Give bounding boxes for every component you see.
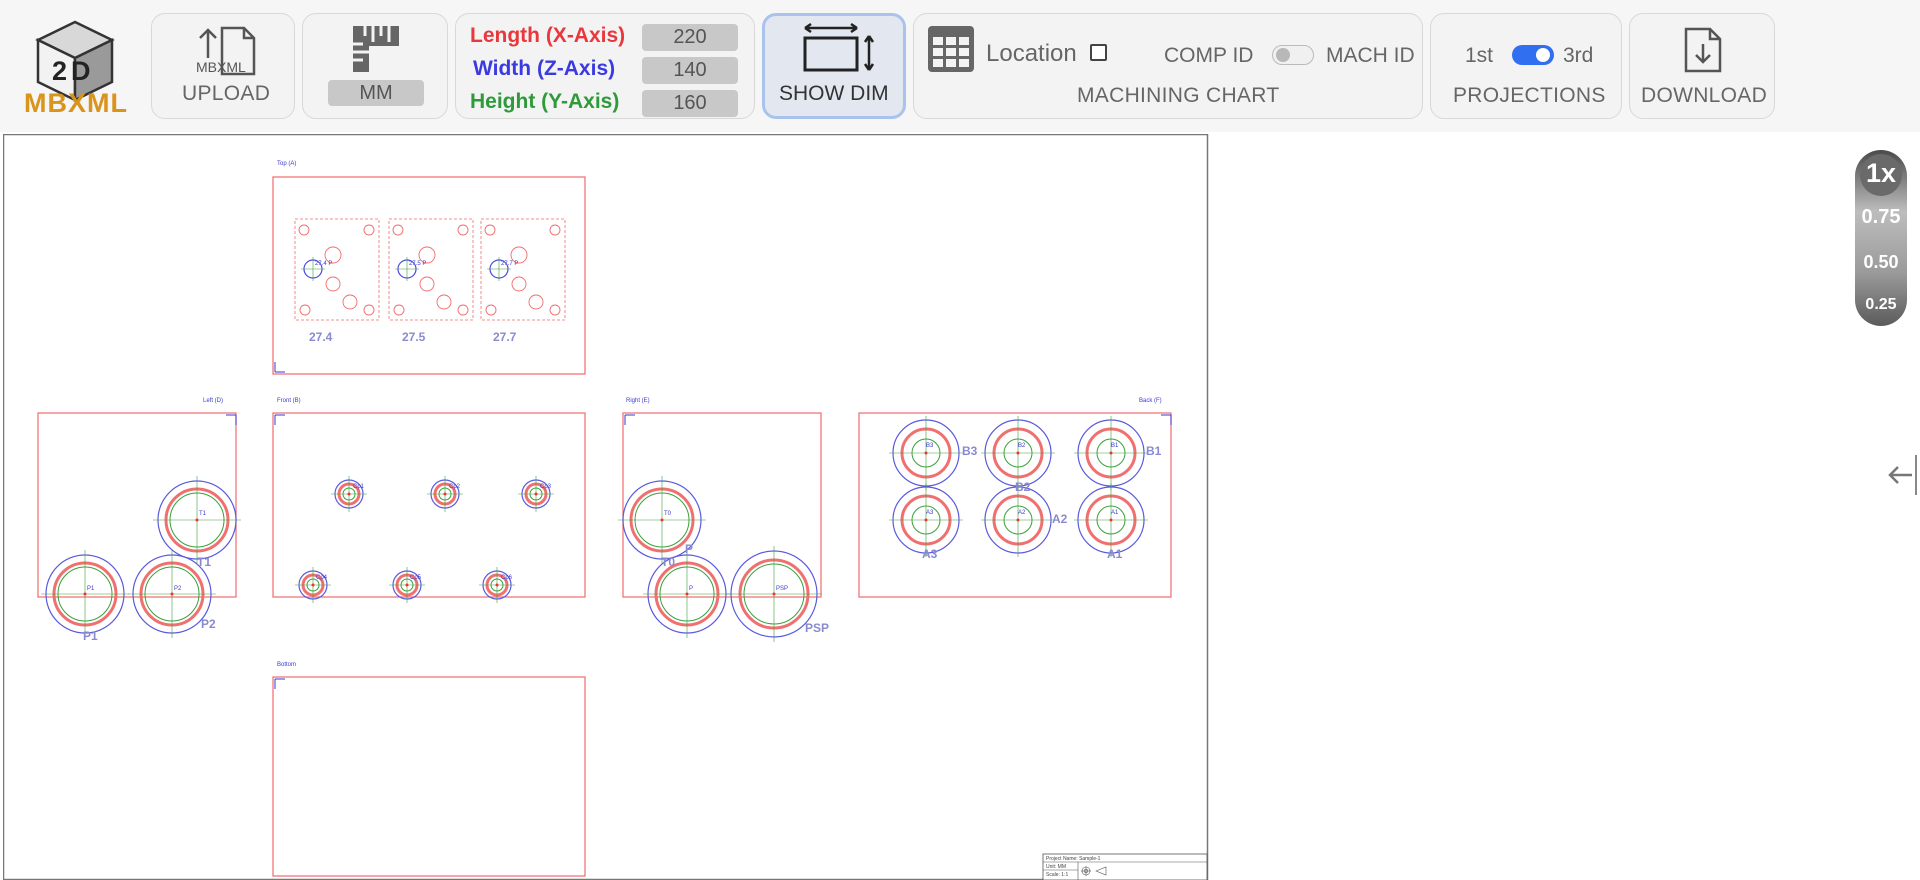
download-button[interactable]: DOWNLOAD — [1629, 13, 1775, 119]
right-big-label: PSP — [805, 621, 829, 635]
top-view-title: Top (A) — [277, 161, 296, 167]
upload-label: UPLOAD — [182, 82, 271, 105]
back-small-label: B3 — [926, 443, 934, 449]
units-card: MM — [302, 13, 448, 119]
length-label: Length (X-Axis) — [470, 24, 626, 47]
front-hole-label: Cp1 — [353, 484, 365, 490]
ruler-icon — [353, 26, 399, 72]
left-view-title: Left (D) — [203, 398, 223, 404]
right-big-label: T0 — [661, 555, 675, 569]
left-small-label: T1 — [199, 511, 207, 517]
length-value: 220 — [673, 26, 707, 48]
title-block-unit: Unit: MM — [1046, 864, 1066, 870]
top-group-label: 27.7 — [493, 330, 517, 344]
left-big-label: P1 — [83, 629, 98, 643]
comp-mach-toggle[interactable] — [1272, 45, 1314, 65]
title-block-project: Project Name: Sample-1 — [1046, 856, 1101, 862]
right-view-title: Right (E) — [626, 398, 650, 404]
zoom-025-button[interactable]: 0.25 — [1855, 296, 1907, 314]
units-select[interactable]: MM — [328, 80, 424, 106]
logo-text: MBXML — [24, 88, 128, 118]
length-input[interactable]: 220 — [642, 24, 738, 51]
front-hole-label: Cp3 — [540, 484, 552, 490]
front-hole-label: Cp5 — [410, 575, 422, 581]
front-hole-label: Cp6 — [501, 575, 513, 581]
title-block-scale: Scale: 1:1 — [1046, 872, 1068, 878]
height-input[interactable]: 160 — [642, 90, 738, 117]
collapse-right-arrow-icon[interactable] — [1884, 455, 1918, 495]
front-hole-label: Cp4 — [316, 575, 328, 581]
projection-toggle[interactable] — [1512, 45, 1554, 65]
drawing-sheet: Top (A) 27.4 P 27.5 P 27.7 P 27.4 27.5 2… — [3, 134, 1209, 880]
right-small-label: PSP — [776, 586, 788, 592]
zoom-1x-label: 1x — [1865, 158, 1897, 188]
left-big-label: P2 — [201, 617, 216, 631]
show-dim-label: SHOW DIM — [779, 82, 889, 105]
bottom-view-title: Bottom — [277, 662, 296, 668]
top-group-label: 27.4 — [309, 330, 333, 344]
back-big-label: B2 — [1015, 480, 1031, 494]
right-small-label: T0 — [664, 511, 672, 517]
back-big-label: A1 — [1107, 547, 1123, 561]
back-small-label: A1 — [1111, 510, 1119, 516]
zoom-050-button[interactable]: 0.50 — [1855, 252, 1907, 273]
machining-chart-title: MACHINING CHART — [1077, 84, 1280, 107]
back-small-label: B1 — [1111, 443, 1119, 449]
back-big-label: A3 — [922, 547, 938, 561]
title-block: Project Name: Sample-1 Unit: MM Scale: 1… — [1042, 853, 1208, 880]
front-hole-label: Cp2 — [449, 484, 461, 490]
back-small-label: A2 — [1018, 510, 1026, 516]
first-angle-label: 1st — [1465, 44, 1494, 67]
projections-title: PROJECTIONS — [1453, 84, 1606, 107]
top-small-label: 27.4 P — [315, 261, 332, 267]
back-view-title: Back (F) — [1139, 398, 1162, 404]
width-value: 140 — [673, 59, 707, 81]
show-dim-button[interactable]: SHOW DIM — [762, 13, 906, 119]
width-label: Width (Z-Axis) — [473, 57, 616, 80]
location-label: Location — [986, 40, 1077, 67]
back-small-label: B2 — [1018, 443, 1026, 449]
left-big-label: T1 — [197, 555, 211, 569]
top-group-label: 27.5 — [402, 330, 426, 344]
dimensions-card: Length (X-Axis) 220 Width (Z-Axis) 140 H… — [455, 13, 755, 119]
location-checkbox[interactable] — [1090, 44, 1107, 61]
left-small-label: P2 — [174, 586, 182, 592]
right-small-label: P — [689, 586, 693, 592]
mach-id-label: MACH ID — [1326, 44, 1415, 67]
logo-badge: 2D — [52, 56, 95, 86]
top-small-label: 27.7 P — [501, 261, 518, 267]
table-grid-icon[interactable] — [927, 25, 975, 73]
back-big-label: A2 — [1052, 512, 1068, 526]
upload-button[interactable]: MBXML UPLOAD — [151, 13, 295, 119]
right-big-label: P — [685, 542, 693, 556]
download-file-icon — [1684, 27, 1722, 73]
back-big-label: B1 — [1146, 444, 1162, 458]
front-view-title: Front (B) — [277, 398, 301, 404]
dimension-box-icon — [803, 22, 875, 72]
height-label: Height (Y-Axis) — [470, 90, 620, 113]
toolbar: 2D MBXML MBXML UPLOAD MM Length (X-Axis)… — [0, 0, 1920, 132]
back-big-label: B3 — [962, 444, 978, 458]
top-small-label: 27.5 P — [409, 261, 426, 267]
zoom-control: 1x 0.75 0.50 0.25 — [1855, 150, 1907, 326]
left-small-label: P1 — [87, 586, 95, 592]
units-value: MM — [359, 82, 393, 104]
machining-chart-card: Location COMP ID MACH ID MACHINING CHART — [913, 13, 1423, 119]
third-angle-label: 3rd — [1563, 44, 1594, 67]
projections-card: 1st 3rd PROJECTIONS — [1430, 13, 1622, 119]
back-small-label: A3 — [926, 510, 934, 516]
width-input[interactable]: 140 — [642, 57, 738, 84]
upload-file-label: MBXML — [196, 59, 246, 75]
download-label: DOWNLOAD — [1641, 84, 1768, 107]
zoom-075-button[interactable]: 0.75 — [1855, 206, 1907, 229]
comp-id-label: COMP ID — [1164, 44, 1254, 67]
height-value: 160 — [673, 92, 707, 114]
